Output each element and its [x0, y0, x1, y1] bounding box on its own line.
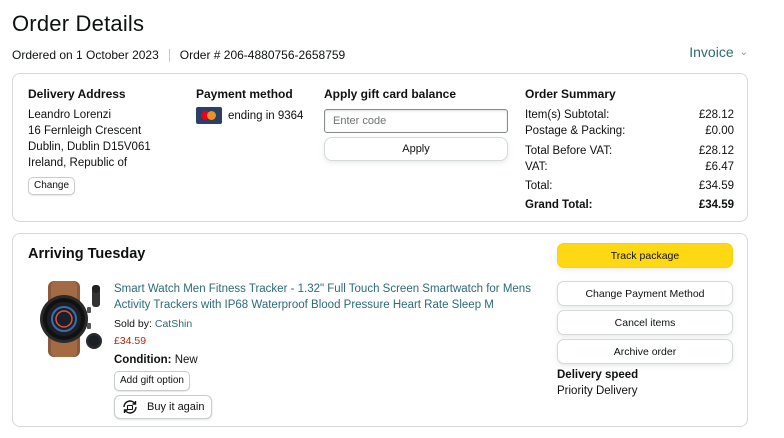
- buy-again-label: Buy it again: [147, 401, 205, 413]
- gift-card-section: Apply gift card balance Apply: [324, 86, 509, 161]
- order-info-card: Delivery Address Leandro Lorenzi 16 Fern…: [12, 73, 748, 222]
- delivery-address-section: Delivery Address Leandro Lorenzi 16 Fern…: [28, 86, 188, 195]
- summary-row-vat: VAT: £6.47: [525, 159, 734, 175]
- condition-value: New: [174, 354, 198, 366]
- change-payment-method-button[interactable]: Change Payment Method: [557, 281, 733, 306]
- meta-divider: [168, 48, 170, 62]
- payment-method-section: Payment method ending in 9364: [196, 86, 316, 124]
- product-info: Smart Watch Men Fitness Tracker - 1.32" …: [114, 281, 534, 419]
- order-summary-heading: Order Summary: [525, 87, 616, 101]
- add-gift-option-button[interactable]: Add gift option: [114, 371, 190, 391]
- order-summary-section: Order Summary Item(s) Subtotal: £28.12 P…: [525, 86, 734, 213]
- card-ending-text: ending in 9364: [228, 109, 304, 122]
- gift-code-input[interactable]: [324, 109, 508, 133]
- delivery-address-heading: Delivery Address: [28, 87, 126, 101]
- summary-label: Postage & Packing:: [525, 125, 626, 137]
- summary-row-subtotal: Item(s) Subtotal: £28.12: [525, 107, 734, 123]
- delivery-line1: 16 Fernleigh Crescent: [28, 125, 142, 137]
- invoice-dropdown[interactable]: Invoice ⌄: [689, 44, 748, 60]
- summary-label: VAT:: [525, 161, 548, 173]
- shipment-heading: Arriving Tuesday: [28, 246, 146, 262]
- summary-value: £28.12: [698, 145, 734, 157]
- chevron-down-icon: ⌄: [739, 46, 748, 58]
- payment-method-heading: Payment method: [196, 87, 293, 101]
- delivery-line3: Ireland, Republic of: [28, 157, 128, 169]
- order-date: Ordered on 1 October 2023: [12, 48, 159, 62]
- summary-label: Item(s) Subtotal:: [525, 109, 610, 121]
- sold-by: Sold by: CatShin: [114, 316, 534, 332]
- summary-label: Grand Total:: [525, 199, 593, 211]
- order-number: Order # 206-4880756-2658759: [179, 48, 346, 62]
- page-title: Order Details: [12, 11, 145, 36]
- gift-card-heading: Apply gift card balance: [324, 87, 457, 101]
- order-meta: Ordered on 1 October 2023 Order # 206-48…: [12, 48, 345, 62]
- change-address-button[interactable]: Change: [28, 177, 76, 195]
- summary-value: £34.59: [698, 180, 734, 192]
- product-title-link[interactable]: Smart Watch Men Fitness Tracker - 1.32" …: [114, 281, 534, 313]
- summary-label: Total:: [525, 180, 553, 192]
- summary-row-total: Total: £34.59: [525, 178, 734, 194]
- summary-value: £28.12: [698, 109, 734, 121]
- shipment-actions: Track package Change Payment Method Canc…: [557, 243, 734, 397]
- cancel-items-button[interactable]: Cancel items: [557, 310, 733, 335]
- archive-order-button[interactable]: Archive order: [557, 339, 733, 364]
- sold-by-label: Sold by:: [114, 318, 152, 330]
- invoice-label: Invoice: [689, 44, 734, 60]
- condition-label: Condition:: [114, 354, 172, 366]
- shipment-card: Arriving Tuesday Smart Watch Men Fitness…: [12, 233, 748, 427]
- seller-link[interactable]: CatShin: [155, 318, 192, 330]
- summary-value: £6.47: [705, 161, 734, 173]
- summary-row-grand-total: Grand Total: £34.59: [525, 197, 734, 213]
- delivery-speed-heading: Delivery speed: [557, 369, 639, 381]
- apply-button[interactable]: Apply: [324, 137, 508, 161]
- delivery-name: Leandro Lorenzi: [28, 109, 112, 121]
- payment-card-line: ending in 9364: [196, 107, 316, 124]
- track-package-button[interactable]: Track package: [557, 243, 733, 268]
- buy-again-icon: [123, 400, 137, 414]
- summary-value: £34.59: [698, 199, 734, 211]
- delivery-line2: Dublin, Dublin D15V061: [28, 141, 151, 153]
- product-price: £34.59: [114, 335, 147, 347]
- delivery-speed-value: Priority Delivery: [557, 385, 638, 397]
- summary-value: £0.00: [705, 125, 734, 137]
- product-condition: Condition: New: [114, 352, 534, 368]
- mastercard-icon: [196, 107, 222, 124]
- summary-label: Total Before VAT:: [525, 145, 613, 157]
- buy-again-button[interactable]: Buy it again: [114, 395, 212, 419]
- summary-row-postage: Postage & Packing: £0.00: [525, 123, 734, 139]
- product-image[interactable]: [30, 279, 106, 359]
- summary-row-before-vat: Total Before VAT: £28.12: [525, 143, 734, 159]
